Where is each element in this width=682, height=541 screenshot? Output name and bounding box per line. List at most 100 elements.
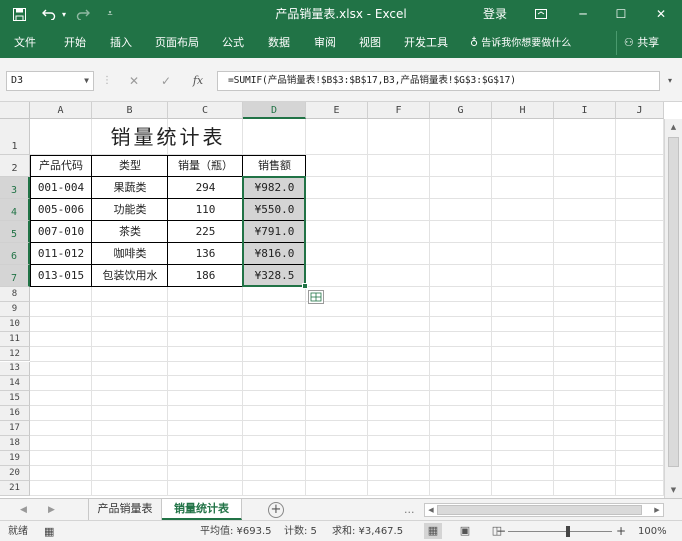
tell-me-search[interactable]: ♁ 告诉我你想要做什么 [470,28,571,58]
row-header-10[interactable]: 10 [0,316,30,332]
row-header-16[interactable]: 16 [0,406,30,422]
table-cell[interactable]: 294 [168,177,243,199]
tab-formulas[interactable]: 公式 [222,28,244,58]
tab-file[interactable]: 文件 [14,28,36,58]
vertical-scroll-thumb[interactable] [668,137,679,467]
undo-icon[interactable] [38,0,60,28]
sheet-tab-sales-summary[interactable]: 销量统计表 [162,499,242,520]
table-cell[interactable]: 功能类 [92,199,168,221]
row-header-17[interactable]: 17 [0,421,30,436]
row-header-6[interactable]: 6 [0,243,30,265]
scroll-left-icon[interactable]: ◀ [425,504,437,516]
table-header-cell[interactable]: 产品代码 [30,155,92,177]
row-header-5[interactable]: 5 [0,221,30,243]
row-header-2[interactable]: 2 [0,155,30,177]
table-cell[interactable]: 186 [168,265,243,287]
next-sheet-icon[interactable]: ▶ [48,499,55,521]
column-header-h[interactable]: H [492,102,554,119]
drag-handle-icon[interactable]: ⋮ [102,71,112,91]
undo-dropdown-icon[interactable]: ▾ [60,0,68,28]
column-header-e[interactable]: E [306,102,368,119]
row-header-21[interactable]: 21 [0,480,30,496]
zoom-out-button[interactable]: − [496,521,506,541]
scroll-right-icon[interactable]: ▶ [651,504,663,516]
zoom-slider-knob[interactable] [566,526,570,537]
tab-page-layout[interactable]: 页面布局 [155,28,199,58]
tab-view[interactable]: 视图 [359,28,381,58]
chevron-down-icon[interactable]: ▼ [84,72,89,90]
row-header-15[interactable]: 15 [0,391,30,407]
table-cell[interactable]: 011-012 [30,243,92,265]
column-header-d[interactable]: D [243,102,306,119]
table-cell[interactable]: 茶类 [92,221,168,243]
maximize-icon[interactable]: ☐ [610,0,632,28]
row-header-11[interactable]: 11 [0,331,30,347]
zoom-slider[interactable] [508,526,612,537]
column-header-b[interactable]: B [92,102,168,119]
table-cell[interactable]: ¥328.5 [243,265,306,287]
insert-function-icon[interactable]: fx [186,71,210,91]
table-cell[interactable]: 005-006 [30,199,92,221]
horizontal-scroll-thumb[interactable] [437,505,642,515]
page-layout-view-icon[interactable]: ▣ [456,523,474,539]
row-header-19[interactable]: 19 [0,450,30,466]
row-header-20[interactable]: 20 [0,465,30,481]
row-header-18[interactable]: 18 [0,436,30,451]
table-cell[interactable]: ¥982.0 [243,177,306,199]
close-icon[interactable]: ✕ [650,0,672,28]
table-cell[interactable]: ¥816.0 [243,243,306,265]
row-header-4[interactable]: 4 [0,199,30,221]
formula-input[interactable]: =SUMIF(产品销量表!$B$3:$B$17,B3,产品销量表!$G$3:$G… [217,71,660,91]
prev-sheet-icon[interactable]: ◀ [20,499,27,521]
table-cell[interactable]: 001-004 [30,177,92,199]
worksheet-grid[interactable]: ABCDEFGHIJ 1 2 3 4 5 6 7 8 9 10 11 12 13 14 15 16 17 18 19… [0,102,682,498]
add-sheet-icon[interactable]: + [268,502,284,518]
redo-icon[interactable] [72,0,94,28]
quick-analysis-icon[interactable] [308,290,324,304]
zoom-level[interactable]: 100% [638,521,667,541]
fill-handle[interactable] [302,283,308,289]
scroll-down-icon[interactable]: ▼ [665,482,682,498]
save-icon[interactable] [10,0,28,28]
tab-review[interactable]: 审阅 [314,28,336,58]
table-cell[interactable]: 225 [168,221,243,243]
row-header-1[interactable]: 1 [0,119,30,155]
vertical-scrollbar[interactable]: ▲ ▼ [664,119,682,498]
zoom-in-button[interactable]: + [616,521,626,541]
row-header-9[interactable]: 9 [0,301,30,317]
table-cell[interactable]: 007-010 [30,221,92,243]
table-cell[interactable]: 包装饮用水 [92,265,168,287]
table-cell[interactable]: 咖啡类 [92,243,168,265]
table-cell[interactable]: 110 [168,199,243,221]
cancel-icon[interactable]: ✕ [124,71,144,91]
table-cell[interactable]: 013-015 [30,265,92,287]
column-header-c[interactable]: C [168,102,243,119]
select-all-corner[interactable] [0,102,30,119]
column-header-i[interactable]: I [554,102,616,119]
row-header-14[interactable]: 14 [0,376,30,392]
table-header-cell[interactable]: 类型 [92,155,168,177]
table-cell[interactable]: 136 [168,243,243,265]
horizontal-scrollbar[interactable]: ◀ ▶ [424,503,664,517]
expand-formula-icon[interactable]: ▾ [664,71,676,91]
row-header-3[interactable]: 3 [0,177,30,199]
column-header-a[interactable]: A [30,102,92,119]
customize-qat-icon[interactable]: ⩡ [104,0,116,28]
tab-developer[interactable]: 开发工具 [404,28,448,58]
tab-split-dots[interactable]: ... [404,499,415,521]
ribbon-display-icon[interactable] [530,0,552,28]
normal-view-icon[interactable]: ▦ [424,523,442,539]
minimize-icon[interactable]: ─ [572,0,594,28]
table-cell[interactable]: 果蔬类 [92,177,168,199]
name-box[interactable]: D3 ▼ [6,71,94,91]
scroll-up-icon[interactable]: ▲ [665,119,682,135]
column-header-g[interactable]: G [430,102,492,119]
row-header-13[interactable]: 13 [0,361,30,377]
enter-icon[interactable]: ✓ [156,71,176,91]
row-header-8[interactable]: 8 [0,287,30,302]
column-header-j[interactable]: J [616,102,664,119]
table-cell[interactable]: ¥550.0 [243,199,306,221]
row-header-7[interactable]: 7 [0,265,30,287]
macro-record-icon[interactable]: ▦ [44,521,54,541]
column-header-f[interactable]: F [368,102,430,119]
